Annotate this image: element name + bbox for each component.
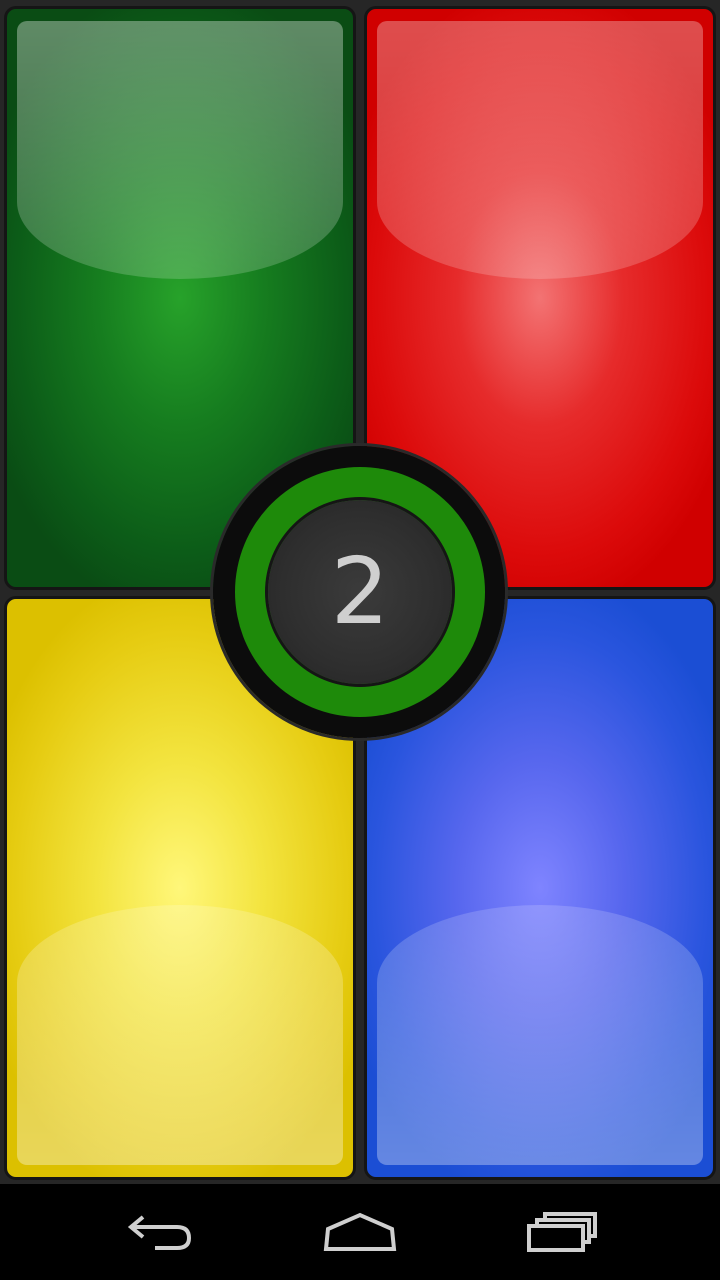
- back-icon: [127, 1215, 192, 1250]
- home-button[interactable]: [300, 1204, 420, 1260]
- pad-gloss: [377, 21, 703, 279]
- home-icon: [323, 1212, 397, 1251]
- recent-apps-button[interactable]: [502, 1204, 622, 1260]
- back-button[interactable]: [100, 1204, 220, 1260]
- pad-gloss: [377, 905, 703, 1165]
- pad-gloss: [17, 905, 343, 1165]
- pad-gloss: [17, 21, 343, 279]
- center-button[interactable]: 2: [268, 500, 452, 684]
- game-board: 2: [0, 0, 720, 1184]
- system-nav-bar: [0, 1184, 720, 1280]
- round-counter: 2: [330, 538, 390, 645]
- recent-apps-icon: [527, 1212, 597, 1252]
